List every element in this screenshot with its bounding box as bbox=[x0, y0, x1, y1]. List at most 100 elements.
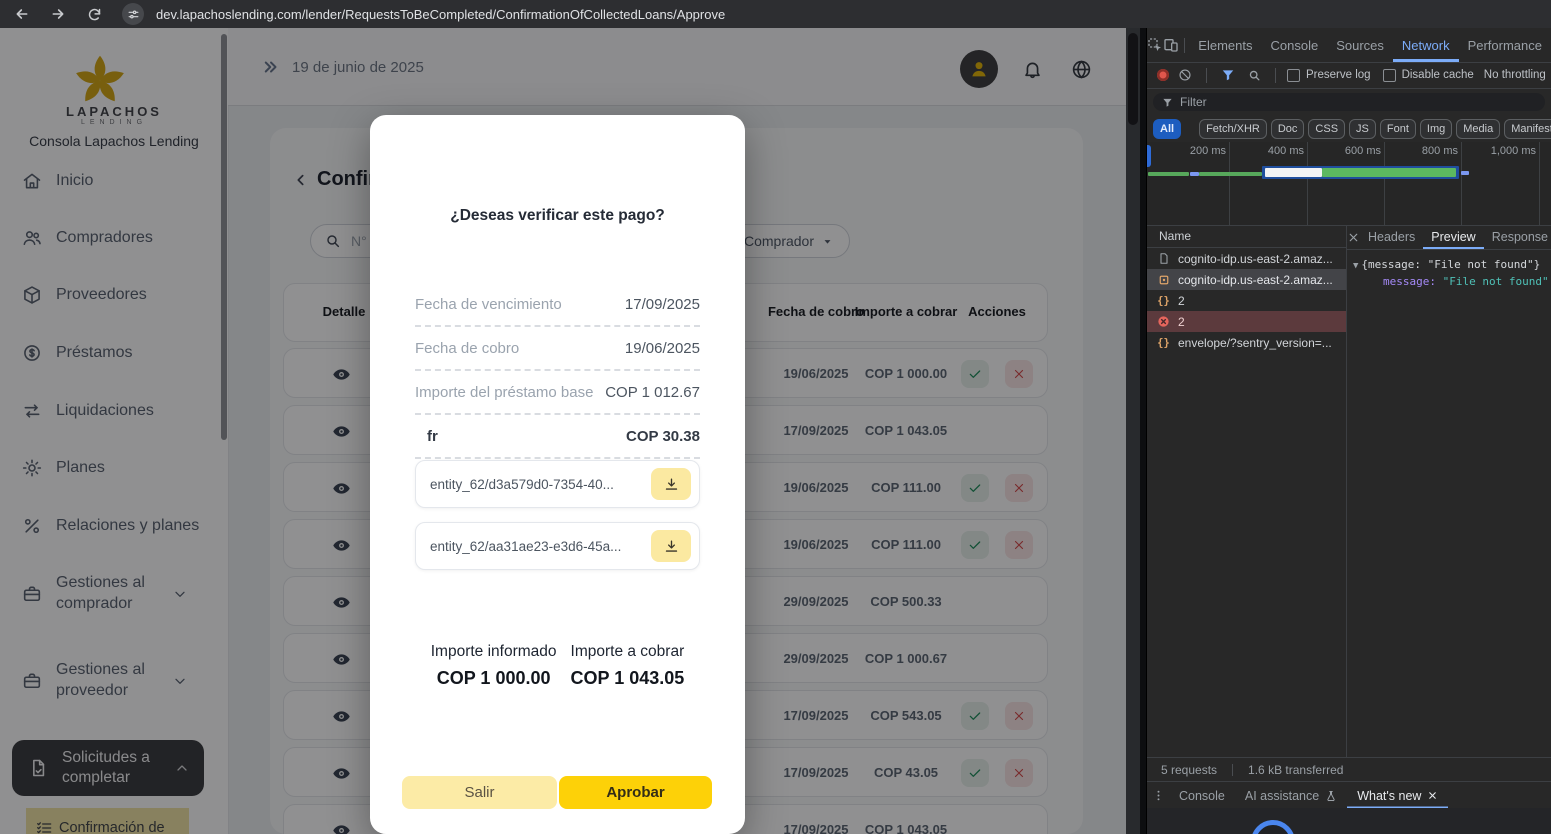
timeline-gridline bbox=[1539, 142, 1540, 225]
preserve-log-label[interactable]: Preserve log bbox=[1306, 69, 1371, 81]
filter-chip-js[interactable]: JS bbox=[1349, 119, 1376, 139]
tab-performance[interactable]: Performance bbox=[1459, 28, 1551, 62]
drawer-tab-whats-new[interactable]: What's new bbox=[1347, 782, 1448, 809]
download-attachment-button[interactable] bbox=[651, 468, 691, 500]
transferred-size: 1.6 kB transferred bbox=[1248, 763, 1343, 777]
drawer-tab-ai-assistance[interactable]: AI assistance bbox=[1235, 782, 1347, 809]
filter-chip-css[interactable]: CSS bbox=[1308, 119, 1345, 139]
detail-label: fr bbox=[415, 428, 438, 445]
reload-icon[interactable] bbox=[80, 2, 108, 26]
modal-detail-row: fr COP 30.38 bbox=[415, 415, 700, 459]
close-detail-icon[interactable] bbox=[1347, 224, 1360, 250]
network-overview-timeline[interactable]: 200 ms400 ms600 ms800 ms1,000 ms bbox=[1147, 142, 1551, 226]
network-filter-input[interactable]: Filter bbox=[1153, 93, 1545, 111]
attachment-name: entity_62/d3a579d0-7354-40... bbox=[430, 477, 614, 492]
download-attachment-button[interactable] bbox=[651, 530, 691, 562]
request-row[interactable]: {}2 bbox=[1147, 290, 1346, 311]
detail-label: Fecha de cobro bbox=[415, 340, 519, 357]
tab-network[interactable]: Network bbox=[1393, 28, 1459, 62]
timeline-gridline bbox=[1461, 142, 1462, 225]
detail-value: 19/06/2025 bbox=[625, 340, 700, 357]
throttling-dropdown[interactable]: No throttling bbox=[1484, 69, 1546, 81]
network-search-icon[interactable] bbox=[1244, 62, 1264, 88]
request-count: 5 requests bbox=[1161, 763, 1217, 777]
preview-json: ▼{message: "File not found"} message: "F… bbox=[1347, 249, 1551, 757]
browser-toolbar: dev.lapachoslending.com/lender/RequestsT… bbox=[0, 0, 1551, 28]
close-tab-icon[interactable] bbox=[1427, 790, 1438, 801]
detail-tab-response[interactable]: Response bbox=[1484, 225, 1551, 249]
modal-detail-row: Importe del préstamo baseCOP 1 012.67 bbox=[415, 371, 700, 415]
timeline-gridline bbox=[1229, 142, 1230, 225]
inspect-element-icon[interactable] bbox=[1147, 32, 1163, 58]
network-status-bar: 5 requests 1.6 kB transferred bbox=[1147, 757, 1551, 781]
drawer-tabbar: Console AI assistance What's new bbox=[1147, 781, 1551, 809]
waterfall-bar-loading bbox=[1322, 168, 1456, 177]
devtools-panel: Elements Console Sources Network Perform… bbox=[1146, 28, 1551, 834]
waterfall-bar-blue bbox=[1190, 172, 1199, 176]
verify-payment-modal: ¿Deseas verificar este pago? Fecha de ve… bbox=[370, 115, 745, 834]
request-row[interactable]: 2 bbox=[1147, 311, 1346, 332]
preserve-log-checkbox[interactable] bbox=[1287, 69, 1300, 82]
total-value: COP 1 043.05 bbox=[571, 668, 685, 689]
modal-detail-row: Fecha de vencimiento17/09/2025 bbox=[415, 283, 700, 327]
back-icon[interactable] bbox=[8, 2, 36, 26]
detail-value: COP 1 012.67 bbox=[605, 384, 700, 401]
attachment-card: entity_62/d3a579d0-7354-40... bbox=[415, 460, 700, 508]
aprobar-button[interactable]: Aprobar bbox=[559, 776, 712, 809]
request-name: 2 bbox=[1178, 315, 1185, 329]
network-filter-icon[interactable] bbox=[1218, 62, 1238, 88]
total-column: Importe a cobrar COP 1 043.05 bbox=[571, 643, 685, 689]
filter-chip-all[interactable]: All bbox=[1153, 119, 1181, 139]
request-row[interactable]: cognito-idp.us-east-2.amaz... bbox=[1147, 269, 1346, 290]
total-value: COP 1 000.00 bbox=[431, 668, 557, 689]
address-bar[interactable]: dev.lapachoslending.com/lender/RequestsT… bbox=[156, 7, 725, 22]
disable-cache-label[interactable]: Disable cache bbox=[1402, 69, 1474, 81]
waterfall-bar-green bbox=[1148, 172, 1189, 176]
filter-row: Filter bbox=[1147, 89, 1551, 115]
request-row[interactable]: {}envelope/?sentry_version=... bbox=[1147, 332, 1346, 353]
filter-chip-manifest[interactable]: Manifest bbox=[1504, 119, 1551, 139]
filter-chip-doc[interactable]: Doc bbox=[1271, 119, 1305, 139]
request-name: 2 bbox=[1178, 294, 1185, 308]
tab-sources[interactable]: Sources bbox=[1327, 28, 1393, 62]
waterfall-bar-blue bbox=[1461, 171, 1469, 175]
error-icon bbox=[1157, 315, 1170, 328]
detail-tab-headers[interactable]: Headers bbox=[1360, 225, 1423, 249]
total-label: Importe informado bbox=[431, 643, 557, 661]
timeline-tick-label: 1,000 ms bbox=[1469, 145, 1536, 157]
devtools-tabbar: Elements Console Sources Network Perform… bbox=[1147, 28, 1551, 63]
clear-network-log-icon[interactable] bbox=[1175, 62, 1195, 88]
salir-button[interactable]: Salir bbox=[402, 776, 557, 809]
device-toolbar-icon[interactable] bbox=[1163, 32, 1179, 58]
total-column: Importe informado COP 1 000.00 bbox=[431, 643, 557, 689]
detail-value: 17/09/2025 bbox=[625, 296, 700, 313]
timeline-selection-marker bbox=[1147, 145, 1151, 167]
modal-detail-row: Fecha de cobro 19/06/2025 bbox=[415, 327, 700, 371]
detail-value: COP 30.38 bbox=[626, 428, 700, 445]
request-name: cognito-idp.us-east-2.amaz... bbox=[1178, 273, 1333, 287]
forward-icon[interactable] bbox=[44, 2, 72, 26]
tab-console[interactable]: Console bbox=[1261, 28, 1327, 62]
request-name: cognito-idp.us-east-2.amaz... bbox=[1178, 252, 1333, 266]
drawer-menu-icon[interactable] bbox=[1147, 783, 1169, 809]
detail-tab-preview[interactable]: Preview bbox=[1423, 225, 1483, 249]
filter-chip-media[interactable]: Media bbox=[1456, 119, 1500, 139]
request-detail-pane: Headers Preview Response ▼{message: "Fil… bbox=[1347, 225, 1551, 757]
filter-chip-img[interactable]: Img bbox=[1420, 119, 1452, 139]
filter-chip-font[interactable]: Font bbox=[1380, 119, 1416, 139]
modal-title: ¿Deseas verificar este pago? bbox=[370, 207, 745, 225]
expand-caret-icon[interactable]: ▼ bbox=[1353, 261, 1358, 271]
timeline-tick-label: 200 ms bbox=[1159, 145, 1226, 157]
filter-chip-fetchxhr[interactable]: Fetch/XHR bbox=[1199, 119, 1267, 139]
request-row[interactable]: cognito-idp.us-east-2.amaz... bbox=[1147, 248, 1346, 269]
site-info-icon[interactable] bbox=[122, 3, 144, 25]
attachment-name: entity_62/aa31ae23-e3d6-45a... bbox=[430, 539, 621, 554]
tab-elements[interactable]: Elements bbox=[1189, 28, 1261, 62]
disable-cache-checkbox[interactable] bbox=[1383, 69, 1396, 82]
request-list: Name cognito-idp.us-east-2.amaz... cognit… bbox=[1147, 225, 1346, 757]
whats-new-logo bbox=[1251, 820, 1295, 834]
name-column-header[interactable]: Name bbox=[1147, 225, 1346, 248]
total-label: Importe a cobrar bbox=[571, 643, 685, 661]
record-network-log-icon[interactable] bbox=[1157, 69, 1169, 81]
drawer-tab-console[interactable]: Console bbox=[1169, 782, 1235, 809]
